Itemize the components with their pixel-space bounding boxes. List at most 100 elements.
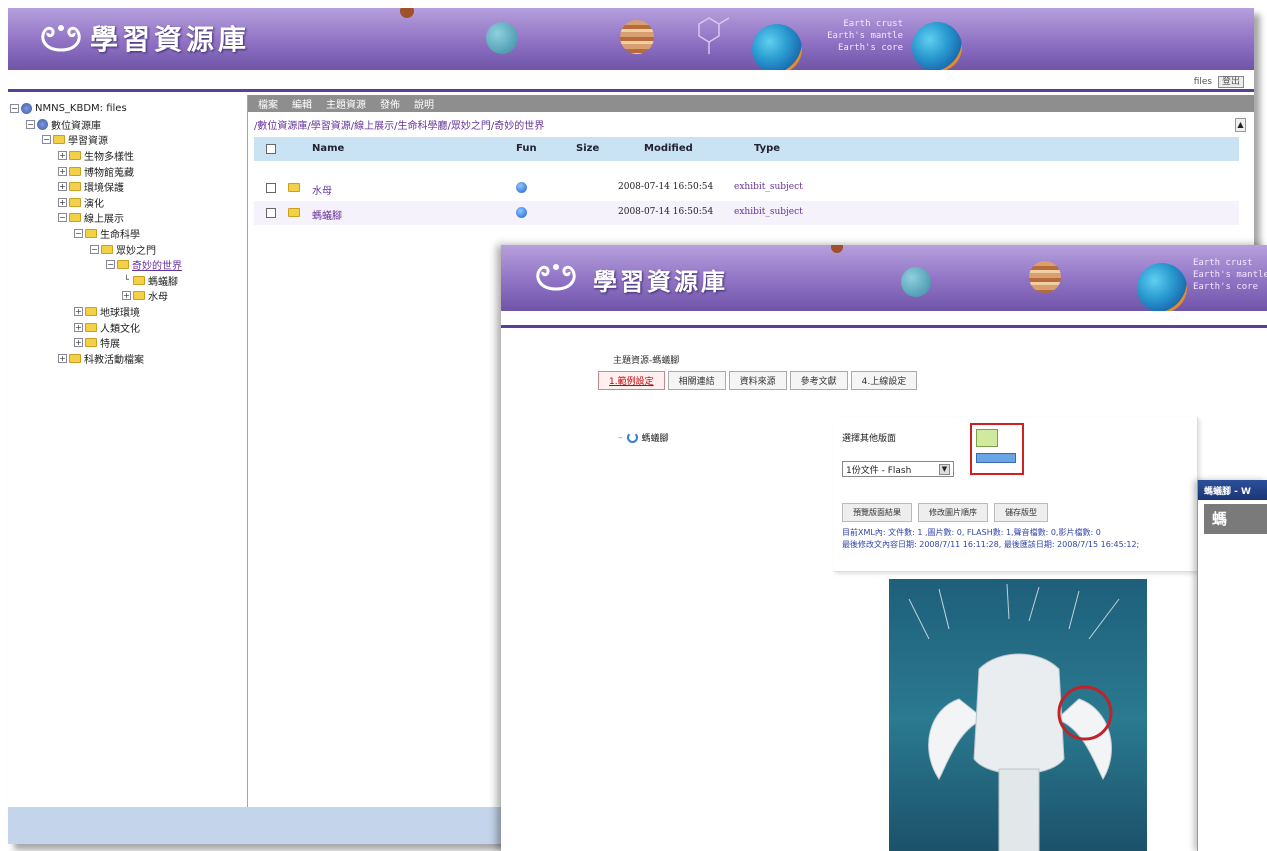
planet-icon — [486, 22, 518, 54]
col-fun[interactable]: Fun — [516, 143, 537, 154]
tree-node-label[interactable]: 環境保護 — [84, 179, 124, 194]
scroll-up-arrow-icon[interactable]: ▲ — [1235, 118, 1246, 132]
collapse-toggle-icon[interactable]: − — [42, 135, 51, 145]
editor-window: 學習資源庫 Earth crust Earth's mantle Earth's… — [501, 245, 1267, 851]
logout-button[interactable]: 登出 — [1217, 76, 1244, 88]
tree-node-label[interactable]: 生命科學 — [100, 226, 140, 241]
stats-line-1: 目前XML內: 文件數: 1 ,圖片數: 0, FLASH數: 1,聲音檔數: … — [842, 528, 1101, 537]
file-name[interactable]: 螞蟻腳 — [312, 207, 342, 222]
tree-node-label[interactable]: 眾妙之門 — [116, 242, 156, 257]
collapse-toggle-icon[interactable]: − — [10, 104, 19, 114]
tree-node[interactable]: − NMNS_KBDM: files — [10, 101, 247, 117]
tree-node[interactable]: + 人類文化 — [10, 319, 247, 335]
expand-toggle-icon[interactable]: + — [122, 291, 131, 301]
preview-window: 螞蟻腳 - W 螞 — [1197, 480, 1267, 851]
tree-node[interactable]: └ 螞蟻腳 — [10, 273, 247, 289]
tree-node-label[interactable]: 生物多樣性 — [84, 148, 134, 163]
tree-node-label[interactable]: 水母 — [148, 288, 168, 303]
collapse-toggle-icon[interactable]: − — [58, 213, 67, 223]
chevron-down-icon[interactable]: ▼ — [939, 463, 950, 475]
file-name[interactable]: 水母 — [312, 182, 332, 197]
tree-node-label[interactable]: 人類文化 — [100, 320, 140, 335]
tree-node-label[interactable]: 學習資源 — [68, 132, 108, 147]
layout-select-value: 1份文件 - Flash — [846, 465, 912, 476]
col-size[interactable]: Size — [576, 143, 599, 154]
file-row[interactable]: 水母 2008-07-14 16:50:54 exhibit_subject — [254, 176, 1239, 200]
expand-toggle-icon[interactable]: + — [74, 307, 83, 317]
expand-toggle-icon[interactable]: + — [58, 353, 67, 363]
database-icon — [21, 103, 32, 115]
tree-node-label[interactable]: 科教活動檔案 — [84, 351, 144, 366]
menu-item-topic[interactable]: 主題資源 — [326, 96, 366, 111]
tree-node-label[interactable]: 地球環境 — [100, 304, 140, 319]
tree-node[interactable]: + 特展 — [10, 335, 247, 351]
info-icon[interactable] — [516, 207, 527, 218]
info-icon[interactable] — [516, 182, 527, 193]
tree-node[interactable]: + 生物多樣性 — [10, 148, 247, 164]
expand-toggle-icon[interactable]: + — [74, 338, 83, 348]
expand-toggle-icon[interactable]: + — [58, 197, 67, 207]
tree-node-label[interactable]: 特展 — [100, 335, 120, 350]
tree-node[interactable]: − 眾妙之門 — [10, 241, 247, 257]
select-all-checkbox[interactable] — [266, 144, 276, 154]
expand-toggle-icon[interactable]: + — [58, 182, 67, 192]
tab-references[interactable]: 參考文獻 — [789, 371, 848, 390]
tab-related-links[interactable]: 相關連結 — [667, 371, 726, 390]
current-path[interactable]: /數位資源庫/學習資源/線上展示/生命科學廳/眾妙之門/奇妙的世界 — [254, 117, 544, 132]
menu-item-file[interactable]: 檔案 — [258, 96, 278, 111]
editor-tabs: 1.範例設定 相關連結 資料來源 參考文獻 4.上線設定 — [598, 371, 918, 390]
row-checkbox[interactable] — [266, 208, 276, 218]
save-layout-button[interactable]: 儲存版型 — [994, 503, 1048, 522]
editor-tree-label[interactable]: 螞蟻腳 — [642, 431, 669, 444]
col-modified[interactable]: Modified — [644, 143, 693, 154]
layout-thumbnail[interactable] — [970, 423, 1024, 475]
expand-toggle-icon[interactable]: + — [58, 166, 67, 176]
menu-item-edit[interactable]: 編輯 — [292, 96, 312, 111]
menu-item-help[interactable]: 說明 — [414, 96, 434, 111]
tree-node-label[interactable]: NMNS_KBDM: files — [35, 103, 127, 114]
tree-node[interactable]: + 地球環境 — [10, 304, 247, 320]
tab-sample-settings[interactable]: 1.範例設定 — [598, 371, 665, 390]
user-strip: files 登出 — [8, 70, 1254, 92]
tree-node-label[interactable]: 數位資源庫 — [51, 117, 101, 132]
folder-icon — [69, 353, 81, 363]
tree-node-label[interactable]: 螞蟻腳 — [148, 273, 178, 288]
tree-node[interactable]: + 博物館蒐藏 — [10, 163, 247, 179]
editor-tree-item[interactable]: – 螞蟻腳 — [618, 431, 669, 444]
preview-window-title[interactable]: 螞蟻腳 - W — [1198, 480, 1267, 500]
breadcrumb: 主題資源-螞蟻腳 — [613, 356, 680, 366]
collapse-toggle-icon[interactable]: − — [106, 260, 115, 270]
tree-node-label[interactable]: 博物館蒐藏 — [84, 164, 134, 179]
tab-data-source[interactable]: 資料來源 — [728, 371, 787, 390]
col-name[interactable]: Name — [312, 143, 344, 154]
collapse-toggle-icon[interactable]: − — [26, 119, 35, 129]
menu-item-publish[interactable]: 發佈 — [380, 96, 400, 111]
file-type: exhibit_subject — [734, 207, 803, 217]
tree-node-label[interactable]: 演化 — [84, 195, 104, 210]
layout-select[interactable]: 1份文件 - Flash ▼ — [842, 461, 954, 477]
tree-node[interactable]: − 數位資源庫 — [10, 117, 247, 133]
tree-node[interactable]: + 水母 — [10, 288, 247, 304]
expand-toggle-icon[interactable]: + — [58, 151, 67, 161]
tree-node-label[interactable]: 奇妙的世界 — [132, 257, 182, 272]
collapse-toggle-icon[interactable]: − — [74, 229, 83, 239]
tree-node[interactable]: + 環境保護 — [10, 179, 247, 195]
file-row[interactable]: 螞蟻腳 2008-07-14 16:50:54 exhibit_subject — [254, 201, 1239, 225]
tree-node[interactable]: − 奇妙的世界 — [10, 257, 247, 273]
col-type[interactable]: Type — [754, 143, 780, 154]
file-modified: 2008-07-14 16:50:54 — [618, 207, 714, 217]
tree-node[interactable]: + 科教活動檔案 — [10, 351, 247, 367]
row-checkbox[interactable] — [266, 183, 276, 193]
collapse-toggle-icon[interactable]: − — [90, 244, 99, 254]
tree-node-label[interactable]: 線上展示 — [84, 210, 124, 225]
tab-publish-settings[interactable]: 4.上線設定 — [850, 371, 918, 390]
tree-node[interactable]: + 演化 — [10, 195, 247, 211]
preview-layout-button[interactable]: 預覽版面結果 — [842, 503, 912, 522]
tree-node[interactable]: − 學習資源 — [10, 132, 247, 148]
reorder-images-button[interactable]: 修改圖片順序 — [918, 503, 988, 522]
tree-node[interactable]: − 生命科學 — [10, 226, 247, 242]
tree-node[interactable]: − 線上展示 — [10, 210, 247, 226]
divider — [501, 325, 1267, 328]
folder-icon — [288, 208, 300, 217]
expand-toggle-icon[interactable]: + — [74, 322, 83, 332]
